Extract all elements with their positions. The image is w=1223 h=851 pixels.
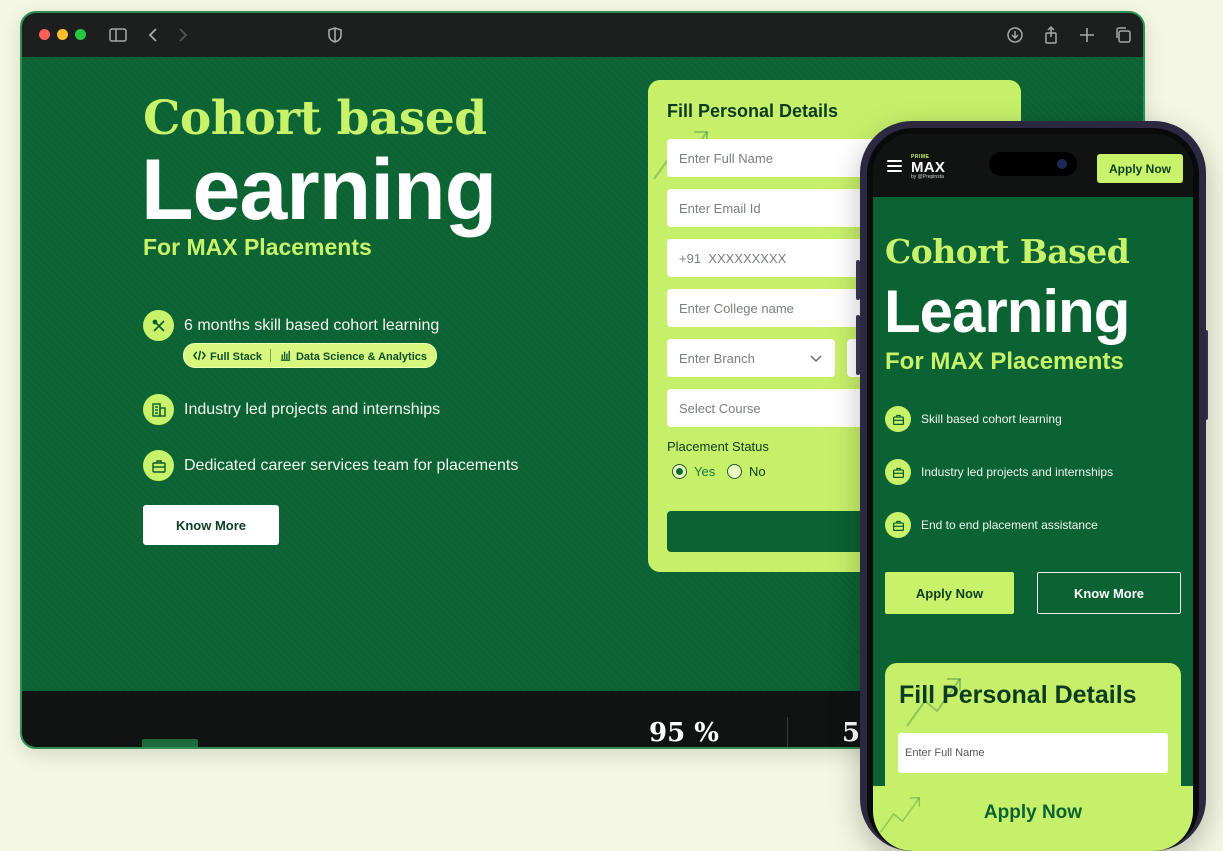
form-title: Fill Personal Details <box>667 101 839 121</box>
mobile-apply-now-button[interactable]: Apply Now <box>885 572 1014 614</box>
mobile-sticky-apply-bar[interactable]: Apply Now <box>873 786 1193 851</box>
mobile-hero-subtitle: For MAX Placements <box>885 348 1124 375</box>
download-icon[interactable] <box>1005 25 1025 45</box>
back-icon[interactable] <box>144 25 164 45</box>
mobile-feature-text: Skill based cohort learning <box>921 412 1062 426</box>
bar-chart-icon <box>280 350 291 361</box>
mobile-feature-item: Skill based cohort learning <box>885 406 1062 432</box>
tag-divider <box>269 349 271 362</box>
nav-apply-now-button[interactable]: Apply Now <box>1097 154 1183 183</box>
hero-subtitle: For MAX Placements <box>143 234 372 260</box>
feature-text: 6 months skill based cohort learning <box>184 316 440 334</box>
sticky-apply-label: Apply Now <box>983 802 1083 823</box>
tabs-overview-icon[interactable] <box>1113 25 1133 45</box>
radio-yes[interactable]: Yes <box>672 464 715 479</box>
mobile-feature-item: End to end placement assistance <box>885 512 1098 538</box>
tag-full-stack: Full Stack <box>193 349 262 363</box>
radio-no-label: No <box>749 464 766 479</box>
new-tab-icon[interactable] <box>1077 25 1097 45</box>
stat-divider <box>787 717 788 747</box>
briefcase-icon <box>885 459 911 485</box>
feature-item: 6 months skill based cohort learning <box>143 310 439 341</box>
briefcase-icon <box>143 450 174 481</box>
briefcase-icon <box>885 512 911 538</box>
mobile-navbar: PRIME MAX by @Prepinsta Apply Now <box>873 134 1193 197</box>
mobile-feature-text: End to end placement assistance <box>921 518 1098 532</box>
mobile-feature-item: Industry led projects and internships <box>885 459 1113 485</box>
radio-yes-label: Yes <box>694 464 716 479</box>
zoom-window-button[interactable] <box>75 29 86 40</box>
radio-no[interactable]: No <box>727 464 766 479</box>
feature-item: Industry led projects and internships <box>143 394 440 425</box>
minimize-window-button[interactable] <box>57 29 68 40</box>
mobile-feature-text: Industry led projects and internships <box>921 465 1114 479</box>
camera-icon <box>1057 159 1067 169</box>
mobile-know-more-button[interactable]: Know More <box>1037 572 1181 614</box>
chevron-down-icon <box>810 355 822 362</box>
phone-bezel: PRIME MAX by @Prepinsta Apply Now Cohort… <box>867 128 1199 851</box>
feature-text: Industry led projects and internships <box>184 400 441 418</box>
share-icon[interactable] <box>1041 25 1061 45</box>
phone-screen: PRIME MAX by @Prepinsta Apply Now Cohort… <box>873 134 1193 851</box>
mobile-hero-title-big: Learning <box>884 278 1130 345</box>
mobile-form-card: Fill Personal Details <box>885 663 1181 803</box>
shield-icon[interactable] <box>325 25 345 45</box>
stat-value: 95 % <box>649 718 719 748</box>
mobile-full-name-input[interactable] <box>898 733 1168 773</box>
code-icon <box>193 350 206 360</box>
hero-title-serif: Cohort based <box>143 91 487 146</box>
track-tags: Full Stack Data Science & Analytics <box>183 343 438 368</box>
mobile-form-title: Fill Personal Details <box>899 681 1137 709</box>
forward-icon[interactable] <box>172 25 192 45</box>
prime-max-logo[interactable]: PRIME MAX by @Prepinsta <box>911 155 945 180</box>
know-more-button[interactable]: Know More <box>143 505 279 545</box>
course-select-label: Select Course <box>679 400 761 416</box>
browser-toolbar <box>22 13 1143 57</box>
mobile-hero-title-serif: Cohort Based <box>885 232 1130 271</box>
radio-no-indicator[interactable] <box>727 464 742 479</box>
tag-data-science: Data Science & Analytics <box>279 349 427 363</box>
briefcase-icon <box>885 406 911 432</box>
feature-item: Dedicated career services team for place… <box>143 450 518 481</box>
placement-status-label: Placement Status <box>667 439 769 454</box>
tools-icon <box>143 310 174 341</box>
feature-text: Dedicated career services team for place… <box>184 456 519 474</box>
stats-decoration <box>142 739 198 747</box>
close-window-button[interactable] <box>39 29 50 40</box>
phone-frame: PRIME MAX by @Prepinsta Apply Now Cohort… <box>860 121 1206 851</box>
hero-title-big: Learning <box>141 142 497 238</box>
branch-select-label: Enter Branch <box>679 350 755 366</box>
hamburger-menu-icon[interactable] <box>887 160 902 172</box>
building-icon <box>143 394 174 425</box>
sidebar-icon[interactable] <box>108 25 128 45</box>
branch-select[interactable]: Enter Branch <box>667 339 835 377</box>
radio-yes-indicator[interactable] <box>672 464 687 479</box>
dynamic-island <box>989 152 1077 176</box>
